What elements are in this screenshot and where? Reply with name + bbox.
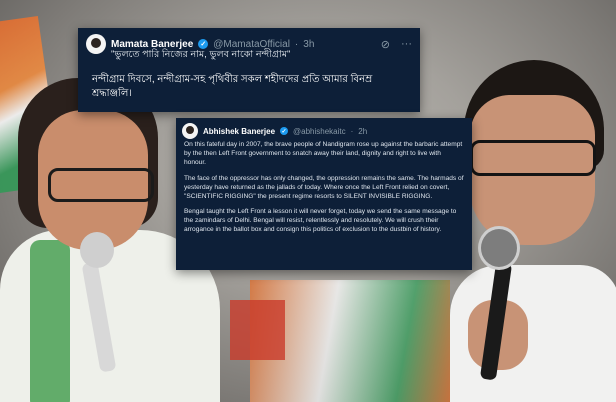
tweet-card-abhishek[interactable]: Abhishek Banerjee ✓ @abhishekaitc · 2h O… bbox=[176, 118, 472, 270]
verified-badge-icon: ✓ bbox=[280, 127, 289, 135]
more-options-icon[interactable]: ··· bbox=[401, 38, 412, 50]
separator: · bbox=[350, 126, 354, 136]
speaker-left-glasses bbox=[48, 168, 154, 202]
tweet-card-mamata[interactable]: Mamata Banerjee ✓ @MamataOfficial · 3h ⊘… bbox=[78, 28, 420, 112]
tweet-timestamp[interactable]: 2h bbox=[358, 127, 367, 136]
crowd-banner bbox=[230, 300, 285, 360]
speaker-right-glasses bbox=[470, 140, 596, 176]
author-name[interactable]: Abhishek Banerjee bbox=[203, 127, 275, 136]
avatar[interactable] bbox=[182, 123, 198, 139]
tweet-paragraph: The face of the oppressor has only chang… bbox=[184, 174, 464, 200]
microphone-right bbox=[478, 226, 520, 270]
tweet-quote-line: "ভুলতে পারি নিজের নাম, ভুলব নাকো নন্দীগ্… bbox=[111, 49, 291, 60]
tweet-body: On this fateful day in 2007, the brave p… bbox=[176, 139, 472, 235]
microphone-left bbox=[80, 232, 114, 268]
tweet-paragraph: Bengal taught the Left Front a lesson it… bbox=[184, 208, 457, 234]
avatar[interactable] bbox=[86, 34, 106, 54]
grok-icon[interactable]: ⊘ bbox=[381, 38, 390, 51]
saree-border bbox=[30, 240, 70, 402]
author-handle[interactable]: @abhishekaitc bbox=[293, 127, 346, 136]
tweet-header: Abhishek Banerjee ✓ @abhishekaitc · 2h bbox=[176, 118, 472, 139]
tweet-timestamp[interactable]: 3h bbox=[303, 39, 314, 50]
separator: · bbox=[294, 38, 299, 50]
tweet-body: নন্দীগ্রাম দিবসে, নন্দীগ্রাম-সহ পৃথিবীর … bbox=[92, 74, 373, 99]
tweet-paragraph: On this fateful day in 2007, the brave p… bbox=[184, 141, 463, 166]
